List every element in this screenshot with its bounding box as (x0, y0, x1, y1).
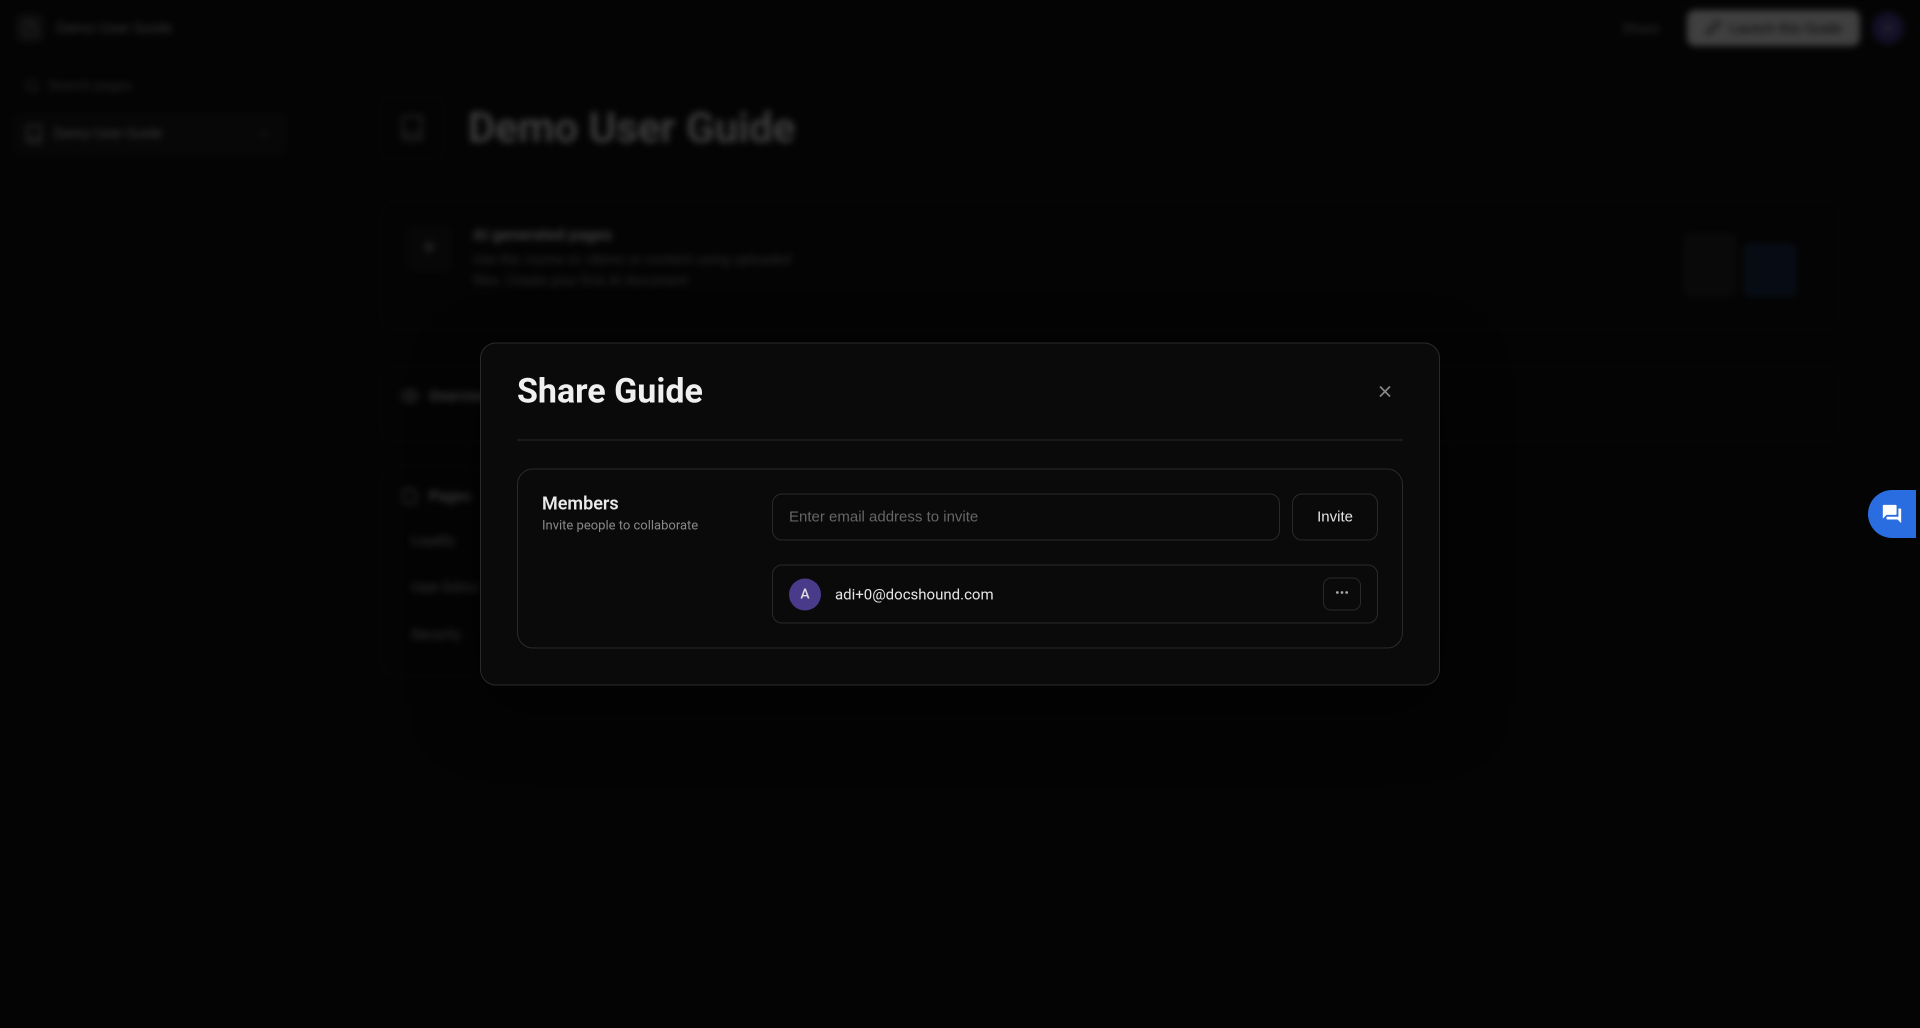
invite-button[interactable]: Invite (1292, 494, 1378, 541)
share-modal: Share Guide Members Invite people to col… (480, 343, 1440, 686)
members-subtitle: Invite people to collaborate (542, 519, 752, 534)
divider (517, 440, 1403, 441)
members-card: Members Invite people to collaborate Inv… (517, 469, 1403, 649)
modal-title: Share Guide (517, 372, 703, 412)
close-button[interactable] (1367, 374, 1403, 410)
close-icon (1375, 382, 1395, 402)
chat-icon (1881, 503, 1903, 525)
assist-bubble[interactable] (1868, 490, 1916, 538)
member-row: A adi+0@docshound.com (772, 565, 1378, 624)
members-label: Members (542, 494, 752, 515)
email-input[interactable] (772, 494, 1280, 541)
member-menu-button[interactable] (1323, 578, 1361, 611)
member-initial: A (800, 586, 809, 602)
member-avatar: A (789, 578, 821, 610)
more-horizontal-icon (1334, 585, 1350, 601)
member-email: adi+0@docshound.com (835, 585, 1309, 603)
